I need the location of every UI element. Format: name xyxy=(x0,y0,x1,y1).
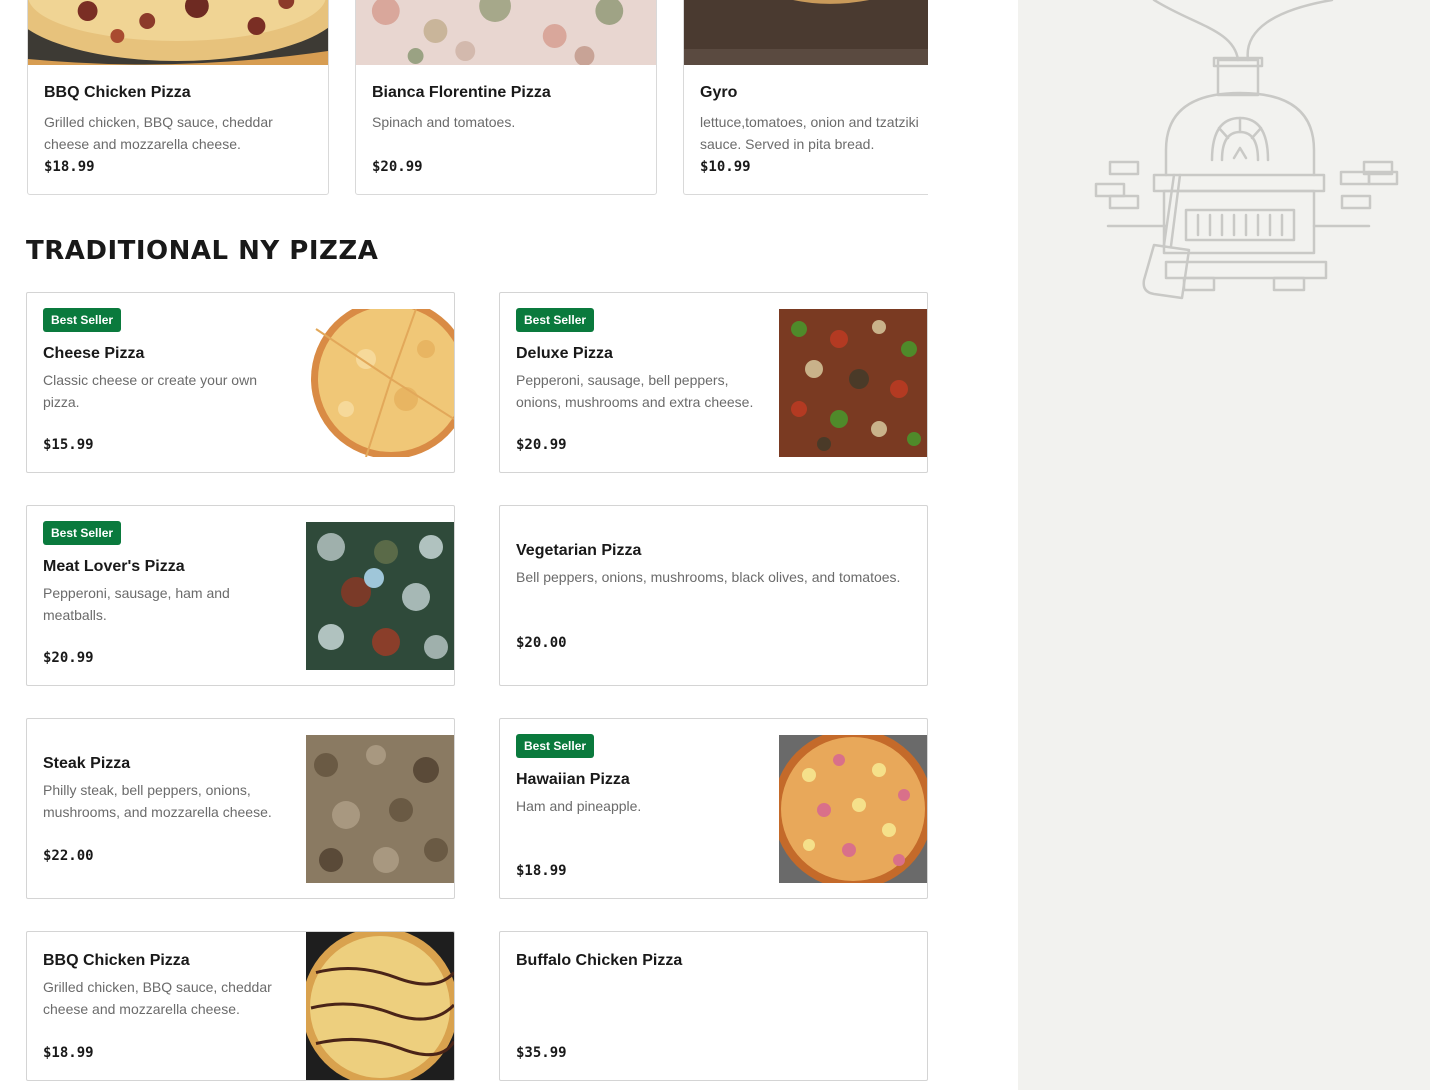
item-price: $20.99 xyxy=(372,159,423,175)
item-price: $18.99 xyxy=(43,1045,94,1061)
menu-item-card[interactable]: Steak Pizza Philly steak, bell peppers, … xyxy=(26,718,455,899)
item-title: Steak Pizza xyxy=(43,755,131,772)
featured-card[interactable]: BBQ Chicken Pizza Grilled chicken, BBQ s… xyxy=(27,0,329,195)
best-seller-badge: Best Seller xyxy=(43,308,122,332)
menu-item-card[interactable]: Best Seller Cheese Pizza Classic cheese … xyxy=(26,292,455,473)
item-title: Buffalo Chicken Pizza xyxy=(516,952,683,969)
item-price: $18.99 xyxy=(516,863,567,879)
item-title: Hawaiian Pizza xyxy=(516,771,630,788)
item-title: BBQ Chicken Pizza xyxy=(43,952,190,969)
item-description: Philly steak, bell peppers, onions, mush… xyxy=(43,782,272,820)
featured-card[interactable]: Bianca Florentine Pizza Spinach and toma… xyxy=(355,0,657,195)
item-description: Grilled chicken, BBQ sauce, cheddar chee… xyxy=(44,114,273,152)
food-image xyxy=(28,0,328,65)
menu-item-card[interactable]: Best Seller Deluxe Pizza Pepperoni, saus… xyxy=(499,292,928,473)
menu-item-card[interactable]: Best Seller Hawaiian Pizza Ham and pinea… xyxy=(499,718,928,899)
item-description: lettuce,tomatoes, onion and tzatziki sau… xyxy=(700,114,919,152)
menu-item-card[interactable]: Best Seller Meat Lover's Pizza Pepperoni… xyxy=(26,505,455,686)
item-price: $35.99 xyxy=(516,1045,567,1061)
item-price: $18.99 xyxy=(44,159,95,175)
section-title: TRADITIONAL NY PIZZA xyxy=(26,236,379,266)
menu-item-card[interactable]: Buffalo Chicken Pizza $35.99 xyxy=(499,931,928,1081)
menu-item-card[interactable]: BBQ Chicken Pizza Grilled chicken, BBQ s… xyxy=(26,931,455,1081)
item-title: Meat Lover's Pizza xyxy=(43,558,185,575)
item-title: Cheese Pizza xyxy=(43,345,145,362)
food-image xyxy=(306,309,454,457)
item-description: Ham and pineapple. xyxy=(516,798,642,814)
featured-card[interactable]: Gyro lettuce,tomatoes, onion and tzatzik… xyxy=(683,0,928,195)
menu-item-card[interactable]: Vegetarian Pizza Bell peppers, onions, m… xyxy=(499,505,928,686)
cart-sidebar xyxy=(1018,0,1430,1090)
item-price: $22.00 xyxy=(43,848,94,864)
item-price: $20.00 xyxy=(516,635,567,651)
item-price: $15.99 xyxy=(43,437,94,453)
item-title: Deluxe Pizza xyxy=(516,345,613,362)
item-price: $10.99 xyxy=(700,159,751,175)
food-image xyxy=(306,735,454,883)
item-title: Vegetarian Pizza xyxy=(516,542,642,559)
featured-carousel: BBQ Chicken Pizza Grilled chicken, BBQ s… xyxy=(27,0,928,195)
item-price: $20.99 xyxy=(43,650,94,666)
best-seller-badge: Best Seller xyxy=(516,734,595,758)
pizza-oven-icon xyxy=(1094,0,1399,300)
food-image xyxy=(356,0,656,65)
item-price: $20.99 xyxy=(516,437,567,453)
item-description: Bell peppers, onions, mushrooms, black o… xyxy=(516,569,901,585)
item-description: Pepperoni, sausage, ham and meatballs. xyxy=(43,585,230,623)
best-seller-badge: Best Seller xyxy=(516,308,595,332)
food-image xyxy=(684,0,928,65)
item-description: Pepperoni, sausage, bell peppers, onions… xyxy=(516,372,754,410)
item-description: Grilled chicken, BBQ sauce, cheddar chee… xyxy=(43,979,272,1017)
food-image xyxy=(306,932,454,1080)
menu-main: BBQ Chicken Pizza Grilled chicken, BBQ s… xyxy=(0,0,1018,1090)
food-image xyxy=(779,735,927,883)
best-seller-badge: Best Seller xyxy=(43,521,122,545)
item-description: Classic cheese or create your own pizza. xyxy=(43,372,257,410)
item-title: BBQ Chicken Pizza xyxy=(44,84,191,101)
food-image xyxy=(779,309,927,457)
item-title: Gyro xyxy=(700,84,738,101)
item-description: Spinach and tomatoes. xyxy=(372,114,516,130)
food-image xyxy=(306,522,454,670)
item-title: Bianca Florentine Pizza xyxy=(372,84,551,101)
